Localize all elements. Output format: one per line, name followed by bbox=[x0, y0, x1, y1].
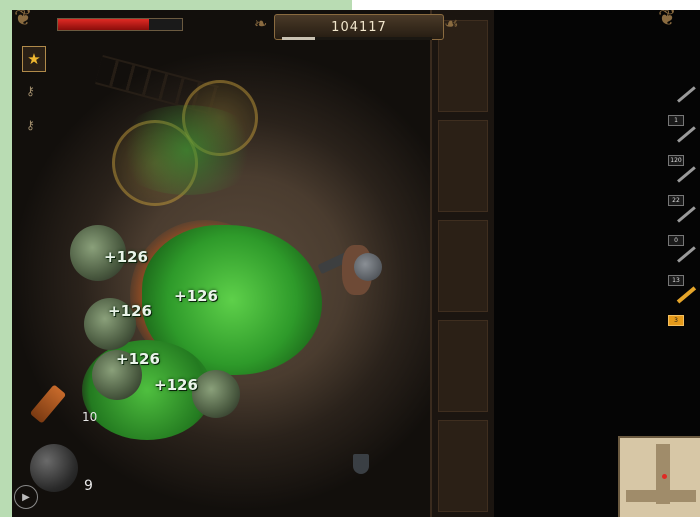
dynamite-count: 10 bbox=[82, 410, 98, 424]
weapon-slot-flamethrower[interactable]: 13 bbox=[664, 246, 700, 288]
weapon-ammo-count: 3 bbox=[668, 315, 684, 326]
wall-plank bbox=[438, 320, 488, 412]
ornament-icon: ☙ bbox=[444, 14, 459, 33]
zombie-enemy[interactable] bbox=[192, 370, 240, 418]
border-top bbox=[0, 0, 352, 10]
weapon-slot-pistol[interactable]: 120 bbox=[664, 126, 700, 168]
weapon-slot-shotgun[interactable]: 22 bbox=[664, 166, 700, 208]
wall-plank bbox=[438, 20, 488, 112]
weapon-selector[interactable]: 1 120 22 0 13 3 bbox=[664, 86, 700, 334]
damage-popup: +126 bbox=[174, 287, 218, 305]
weapon-ammo-count: 120 bbox=[668, 155, 684, 166]
score-progress-fill bbox=[282, 37, 315, 40]
health-bar bbox=[57, 18, 183, 31]
grenade-button[interactable] bbox=[30, 444, 78, 492]
score-progress-bar bbox=[282, 37, 432, 40]
wooden-wall bbox=[430, 10, 496, 517]
weapon-slot-golden-rifle[interactable]: 3 bbox=[664, 286, 700, 328]
key-icon: ⚷ bbox=[26, 84, 35, 98]
player-helmet bbox=[354, 253, 382, 281]
health-bar-fill bbox=[58, 19, 149, 30]
grenade-count: 9 bbox=[84, 478, 93, 494]
play-icon: ▶ bbox=[22, 491, 30, 503]
damage-popup: +126 bbox=[154, 376, 198, 394]
crossbow-icon bbox=[677, 206, 696, 223]
weapon-slot-crossbow[interactable]: 0 bbox=[664, 206, 700, 248]
weapon-slot-pickaxe[interactable]: 1 bbox=[664, 86, 700, 128]
key-icon: ⚷ bbox=[26, 118, 35, 132]
damage-popup: +126 bbox=[104, 248, 148, 266]
damage-popup: +126 bbox=[116, 350, 160, 368]
golden-rifle-icon bbox=[676, 286, 697, 304]
shield-pickup[interactable] bbox=[353, 454, 369, 474]
wall-plank bbox=[438, 120, 488, 212]
weapon-ammo-count: 0 bbox=[668, 235, 684, 246]
wall-plank bbox=[438, 420, 488, 512]
ornament-icon: ❧ bbox=[254, 14, 268, 33]
damage-popup: +126 bbox=[108, 302, 152, 320]
star-button[interactable]: ★ bbox=[22, 46, 46, 72]
weapon-ammo-count: 22 bbox=[668, 195, 684, 206]
minimap[interactable] bbox=[618, 436, 700, 517]
minimap-corridor bbox=[626, 490, 696, 502]
ornament-icon: ❦ bbox=[14, 10, 33, 31]
game-window: +126 +126 +126 +126 +126 ❦ ★ ⚷ ⚷ ❧ 10411… bbox=[0, 0, 700, 517]
wall-plank bbox=[438, 220, 488, 312]
pistol-icon bbox=[677, 126, 696, 143]
weapon-ammo-count: 13 bbox=[668, 275, 684, 286]
shotgun-icon bbox=[677, 166, 696, 183]
game-viewport[interactable]: +126 +126 +126 +126 +126 ❦ ★ ⚷ ⚷ ❧ 10411… bbox=[12, 10, 700, 517]
acid-puddle bbox=[112, 105, 262, 195]
border-top-right bbox=[352, 0, 700, 10]
play-button[interactable]: ▶ bbox=[14, 485, 38, 509]
ornament-icon: ❦ bbox=[658, 10, 677, 31]
player-character bbox=[317, 235, 392, 305]
border-left bbox=[0, 0, 12, 517]
star-icon: ★ bbox=[27, 50, 41, 68]
minimap-player-marker bbox=[662, 474, 667, 479]
weapon-ammo-count: 1 bbox=[668, 115, 684, 126]
flamethrower-icon bbox=[677, 246, 696, 263]
